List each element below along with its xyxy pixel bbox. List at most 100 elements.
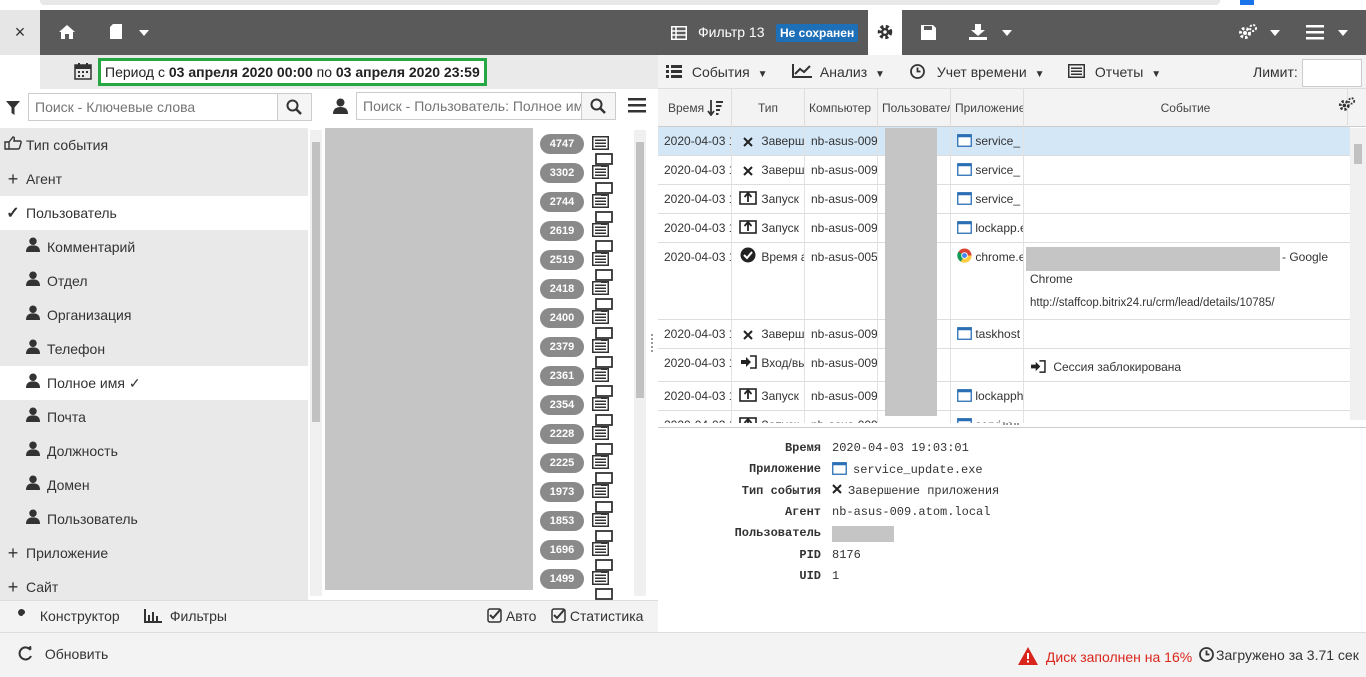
keyword-search-input[interactable] xyxy=(28,93,278,121)
tree-item[interactable]: Пользователь xyxy=(0,502,308,536)
table-row[interactable]: 2020-04-03 1 Заверш nb-asus-009 service_ xyxy=(658,127,1350,156)
settings-button[interactable] xyxy=(868,10,902,55)
tree-item-label: Полное имя ✓ xyxy=(47,375,141,391)
row-actions[interactable] xyxy=(592,252,628,283)
list-view-icon[interactable] xyxy=(592,281,609,295)
list-view-icon[interactable] xyxy=(592,339,609,353)
limit-input[interactable] xyxy=(1302,59,1362,87)
filters-tab[interactable]: Фильтры xyxy=(144,608,227,624)
user-search-button[interactable] xyxy=(582,92,616,120)
cell-event xyxy=(1024,127,1350,155)
row-actions[interactable] xyxy=(592,426,628,457)
tree-item[interactable]: + Приложение xyxy=(0,536,308,570)
list-view-icon[interactable] xyxy=(592,484,609,498)
list-view-icon[interactable] xyxy=(592,542,609,556)
chevron-down-icon[interactable] xyxy=(1270,30,1280,36)
chevron-down-icon[interactable] xyxy=(1338,30,1348,36)
tree-item[interactable]: Должность xyxy=(0,434,308,468)
list-menu-icon[interactable] xyxy=(628,98,646,113)
refresh-button[interactable]: Обновить xyxy=(18,645,108,662)
row-actions[interactable] xyxy=(592,397,628,428)
list-view-icon[interactable] xyxy=(592,223,609,237)
chevron-down-icon[interactable] xyxy=(1002,30,1012,36)
tree-item[interactable]: Телефон xyxy=(0,332,308,366)
row-actions[interactable] xyxy=(592,136,628,167)
list-view-icon[interactable] xyxy=(592,310,609,324)
row-actions[interactable] xyxy=(592,310,628,341)
table-scrollbar[interactable] xyxy=(1350,128,1366,420)
list-view-icon[interactable] xyxy=(592,136,609,150)
table-row[interactable]: 2020-04-03 1 Заверш nb-asus-009 service_ xyxy=(658,156,1350,185)
tree-scrollbar[interactable] xyxy=(310,130,322,596)
table-row[interactable]: 2020-04-03 1 Запуск nb-asus-009 lockapph xyxy=(658,382,1350,411)
list-view-icon[interactable] xyxy=(592,513,609,527)
event-type-icon xyxy=(738,187,758,213)
gears-icon[interactable] xyxy=(1238,24,1258,40)
time-tracking-menu[interactable]: Учет времени ▼ xyxy=(910,55,1044,92)
list-view-icon[interactable] xyxy=(592,165,609,179)
save-icon[interactable] xyxy=(921,25,936,40)
hamburger-icon[interactable] xyxy=(1306,25,1324,40)
cell-event: - Google Chrome http://staffcop.bitrix24.r… xyxy=(1024,243,1350,319)
events-menu[interactable]: События ▼ xyxy=(666,55,767,92)
detail-key: Тип события xyxy=(741,483,821,498)
table-row[interactable]: 2020-04-03 1 Время а nb-asus-005 chrome.e… xyxy=(658,243,1350,320)
list-view-icon[interactable] xyxy=(592,368,609,382)
row-actions[interactable] xyxy=(592,455,628,486)
table-row[interactable]: 2020-04-03 1 Вход/вы nb-asus-009 Сессия з… xyxy=(658,349,1350,382)
analysis-menu[interactable]: Анализ ▼ xyxy=(792,55,885,92)
tree-item[interactable]: Домен xyxy=(0,468,308,502)
keyword-search-button[interactable] xyxy=(278,93,312,121)
table-row[interactable]: 2020-04-03 1 Заверш nb-asus-009 taskhost xyxy=(658,320,1350,349)
row-actions[interactable] xyxy=(592,368,628,399)
user-search-input[interactable] xyxy=(356,92,582,120)
list-view-icon[interactable] xyxy=(592,455,609,469)
tree-item[interactable]: Тип события xyxy=(0,128,308,162)
tree-item[interactable]: Полное имя ✓ xyxy=(0,366,308,400)
column-computer[interactable]: Компьютер xyxy=(805,89,878,127)
list-view-icon[interactable] xyxy=(592,194,609,208)
pane-splitter[interactable] xyxy=(651,334,655,352)
values-scrollbar[interactable] xyxy=(634,130,646,596)
row-actions[interactable] xyxy=(592,223,628,254)
row-actions[interactable] xyxy=(592,281,628,312)
tree-item[interactable]: Отдел xyxy=(0,264,308,298)
auto-checkbox[interactable]: Авто xyxy=(487,608,536,624)
statistics-checkbox[interactable]: Статистика xyxy=(551,608,643,624)
table-row[interactable]: 2020-04-03 1 Запускnb-asus-009 service_ xyxy=(658,185,1350,214)
tree-item[interactable]: + Сайт xyxy=(0,570,308,600)
calendar-icon[interactable] xyxy=(74,62,92,80)
list-view-icon[interactable] xyxy=(592,397,609,411)
row-actions[interactable] xyxy=(592,484,628,515)
period-selector[interactable]: Период с 03 апреля 2020 00:00 по 03 апре… xyxy=(98,58,487,86)
tree-item[interactable]: Организация xyxy=(0,298,308,332)
list-view-icon[interactable] xyxy=(592,571,609,585)
row-actions[interactable] xyxy=(592,571,628,602)
tree-item[interactable]: Почта xyxy=(0,400,308,434)
document-menu-button[interactable] xyxy=(104,10,154,55)
list-view-icon[interactable] xyxy=(592,426,609,440)
row-actions[interactable] xyxy=(592,542,628,573)
column-event[interactable]: Событие xyxy=(1024,89,1348,127)
column-time[interactable]: Время xyxy=(658,89,732,127)
constructor-tab[interactable]: Конструктор xyxy=(14,608,120,624)
column-settings-icon[interactable] xyxy=(1338,97,1356,112)
row-actions[interactable] xyxy=(592,165,628,196)
row-actions[interactable] xyxy=(592,339,628,370)
close-panel-button[interactable]: × xyxy=(0,10,40,55)
tree-item[interactable]: ✓ Пользователь xyxy=(0,196,308,230)
list-view-icon[interactable] xyxy=(592,252,609,266)
tree-item[interactable]: + Агент xyxy=(0,162,308,196)
column-user[interactable]: Пользователь xyxy=(878,89,951,127)
event-url[interactable]: http://staffcop.bitrix24.ru/crm/lead/det… xyxy=(1030,291,1275,315)
tree-item[interactable]: Комментарий xyxy=(0,230,308,264)
row-actions[interactable] xyxy=(592,194,628,225)
download-icon[interactable] xyxy=(969,24,987,40)
table-row[interactable]: 2020-04-03 1 Запуск nb-asus-009 lockapp.e xyxy=(658,214,1350,243)
table-row[interactable]: 2020-04-03 1 Запускnb-asus-009 service_ xyxy=(658,411,1350,423)
column-type[interactable]: Тип xyxy=(732,89,805,127)
row-actions[interactable] xyxy=(592,513,628,544)
column-application[interactable]: Приложение xyxy=(951,89,1024,127)
home-button[interactable] xyxy=(52,10,82,55)
reports-menu[interactable]: Отчеты ▼ xyxy=(1068,55,1161,92)
